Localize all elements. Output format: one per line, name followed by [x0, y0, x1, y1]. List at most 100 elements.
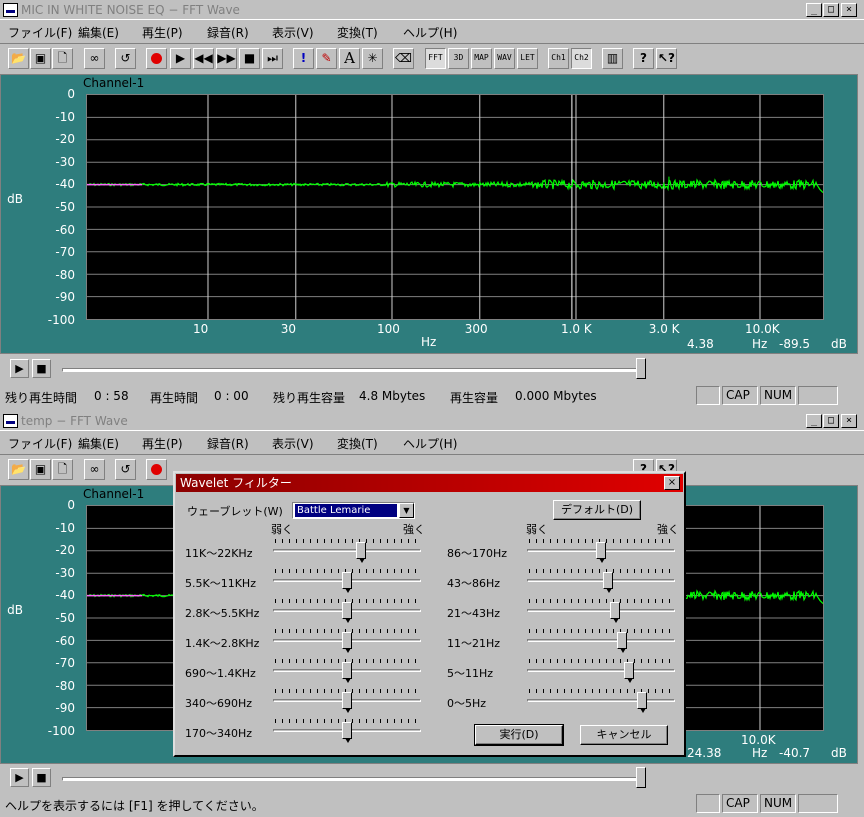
pencil-icon[interactable]: ✎: [316, 48, 337, 69]
band-slider[interactable]: [273, 659, 421, 683]
spectrum-plot-1[interactable]: [86, 94, 824, 320]
cancel-button[interactable]: キャンセル: [580, 725, 668, 745]
position-slider[interactable]: [62, 368, 642, 372]
menu-record[interactable]: 録音(R): [207, 435, 249, 452]
position-slider-thumb[interactable]: [636, 358, 646, 379]
chevron-down-icon[interactable]: ▼: [399, 503, 414, 518]
band-slider-thumb[interactable]: [342, 572, 352, 593]
band-slider[interactable]: [527, 629, 675, 653]
status-empty-box: [696, 386, 720, 405]
binoculars-icon[interactable]: ∞: [84, 459, 105, 480]
fast-forward-icon[interactable]: ▶▶: [216, 48, 237, 69]
record-icon[interactable]: [146, 48, 167, 69]
dialog-close-button[interactable]: ×: [664, 476, 680, 490]
play-button[interactable]: ▶: [10, 359, 29, 378]
marker-icon[interactable]: !: [293, 48, 314, 69]
menu-view[interactable]: 表示(V): [272, 435, 314, 452]
close-button[interactable]: ×: [841, 3, 857, 17]
band-slider[interactable]: [527, 599, 675, 623]
menu-play[interactable]: 再生(P): [142, 24, 183, 41]
position-slider[interactable]: [62, 777, 642, 781]
3d-button[interactable]: 3D: [448, 48, 469, 69]
open-icon[interactable]: 📂: [8, 459, 29, 480]
band-slider[interactable]: [273, 569, 421, 593]
band-slider-thumb[interactable]: [342, 662, 352, 683]
band-slider[interactable]: [527, 539, 675, 563]
menu-play[interactable]: 再生(P): [142, 435, 183, 452]
band-slider[interactable]: [273, 599, 421, 623]
title-bar-2[interactable]: temp − FFT Wave _ □ ×: [0, 411, 864, 431]
stop-button[interactable]: ■: [32, 359, 51, 378]
band-slider-thumb[interactable]: [355, 542, 366, 563]
ch2-button[interactable]: Ch2: [571, 48, 592, 69]
band-slider-thumb[interactable]: [342, 602, 352, 623]
band-slider-thumb[interactable]: [616, 632, 627, 653]
record-icon[interactable]: [146, 459, 167, 480]
undo-icon[interactable]: ↺: [115, 48, 136, 69]
stop-icon[interactable]: ■: [239, 48, 260, 69]
ch1-button[interactable]: Ch1: [548, 48, 569, 69]
fft-button[interactable]: FFT: [425, 48, 446, 69]
minimize-button[interactable]: _: [806, 3, 822, 17]
maximize-button[interactable]: □: [823, 414, 839, 428]
open-icon[interactable]: 📂: [8, 48, 29, 69]
map-button[interactable]: MAP: [471, 48, 492, 69]
menu-edit[interactable]: 編集(E): [78, 24, 119, 41]
close-button[interactable]: ×: [841, 414, 857, 428]
menu-convert[interactable]: 変換(T): [337, 435, 378, 452]
save-icon[interactable]: ▣: [30, 459, 51, 480]
band-slider[interactable]: [273, 629, 421, 653]
run-button[interactable]: 実行(D): [474, 724, 564, 746]
maximize-button[interactable]: □: [823, 3, 839, 17]
menu-help[interactable]: ヘルプ(H): [403, 24, 457, 41]
band-slider-thumb[interactable]: [342, 722, 352, 743]
save-icon[interactable]: ▣: [30, 48, 51, 69]
wav-button[interactable]: WAV: [494, 48, 515, 69]
band-slider[interactable]: [527, 659, 675, 683]
menu-file[interactable]: ファイル(F): [8, 24, 72, 41]
help-icon[interactable]: ?: [633, 48, 654, 69]
band-slider[interactable]: [273, 539, 421, 563]
band-slider-thumb[interactable]: [342, 632, 352, 653]
band-slider[interactable]: [527, 689, 675, 713]
status-empty-box-2: [798, 794, 838, 813]
band-slider-thumb[interactable]: [342, 692, 352, 713]
menu-edit[interactable]: 編集(E): [78, 435, 119, 452]
position-slider-thumb[interactable]: [636, 767, 646, 788]
stop-button[interactable]: ■: [32, 768, 51, 787]
eraser-icon[interactable]: ⌫: [393, 48, 414, 69]
menu-file[interactable]: ファイル(F): [8, 435, 72, 452]
minimize-button[interactable]: _: [806, 414, 822, 428]
band-slider-thumb[interactable]: [602, 572, 613, 593]
band-slider-thumb[interactable]: [637, 692, 648, 713]
band-slider-thumb[interactable]: [596, 542, 606, 563]
binoculars-icon[interactable]: ∞: [84, 48, 105, 69]
rewind-icon[interactable]: ◀◀: [193, 48, 214, 69]
let-button[interactable]: LET: [517, 48, 538, 69]
menu-help[interactable]: ヘルプ(H): [403, 435, 457, 452]
menu-record[interactable]: 録音(R): [207, 24, 249, 41]
band-slider[interactable]: [273, 719, 421, 743]
title-bar-1[interactable]: MIC IN WHITE NOISE EQ − FFT Wave _ □ ×: [0, 0, 864, 20]
undo-icon[interactable]: ↺: [115, 459, 136, 480]
band-slider-thumb[interactable]: [609, 602, 620, 623]
band-slider-thumb[interactable]: [623, 662, 634, 683]
play-icon[interactable]: ▶: [170, 48, 191, 69]
crosshair-icon[interactable]: ✳: [362, 48, 383, 69]
band-slider[interactable]: [527, 569, 675, 593]
columns-icon[interactable]: ▥: [602, 48, 623, 69]
text-icon[interactable]: A: [339, 48, 360, 69]
band-slider[interactable]: [273, 689, 421, 713]
slider-track: [527, 639, 675, 642]
dialog-title-bar[interactable]: Wavelet フィルター ×: [176, 474, 683, 492]
menu-view[interactable]: 表示(V): [272, 24, 314, 41]
cap-indicator: CAP: [722, 794, 758, 813]
play-button[interactable]: ▶: [10, 768, 29, 787]
wavelet-select[interactable]: Battle Lemarie ▼: [292, 502, 415, 519]
menu-convert[interactable]: 変換(T): [337, 24, 378, 41]
skip-icon[interactable]: ⏭: [262, 48, 283, 69]
context-help-icon[interactable]: ↖?: [656, 48, 677, 69]
default-button[interactable]: デフォルト(D): [553, 500, 641, 520]
preview-icon[interactable]: 🗋: [52, 48, 73, 69]
preview-icon[interactable]: 🗋: [52, 459, 73, 480]
